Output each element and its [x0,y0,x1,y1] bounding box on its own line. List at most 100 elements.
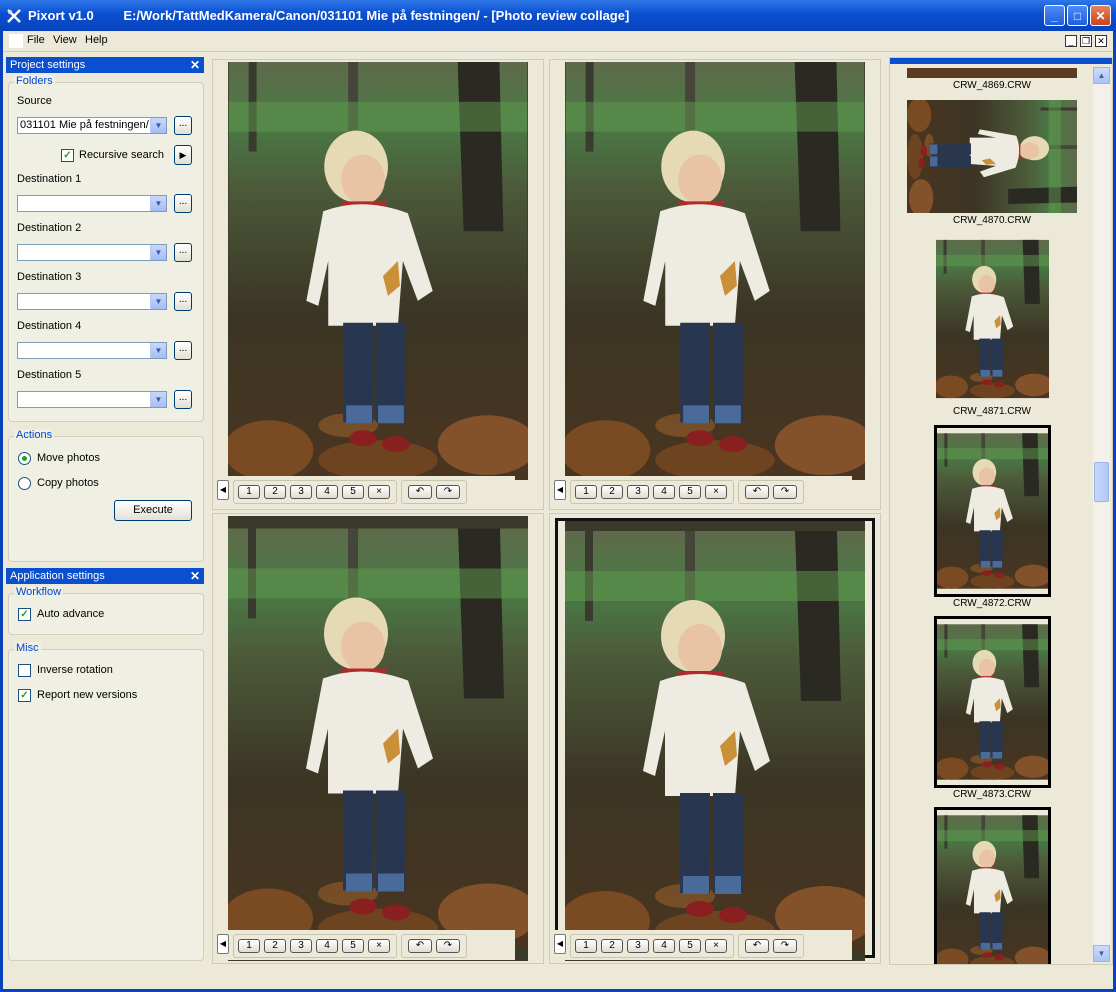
destination-3-button[interactable]: 3 [627,485,649,499]
destination-4-button[interactable]: 4 [316,939,338,953]
thumbnail-crw4872[interactable] [934,425,1051,597]
photo-3[interactable] [228,516,528,961]
inverse-rotation-checkbox[interactable] [18,664,31,677]
thumbnail-crw4871[interactable] [936,235,1049,403]
source-combo[interactable]: 031101 Mie på festningen/ ▼ [17,117,167,134]
mdi-restore-icon[interactable]: ❐ [1080,35,1092,47]
copy-photos-radio[interactable] [18,477,31,490]
scroll-thumb[interactable] [1094,462,1109,502]
chevron-down-icon[interactable]: ▼ [150,245,166,260]
destination-1-button[interactable]: 1 [575,485,597,499]
destination-3-button[interactable]: 3 [627,939,649,953]
destination-2-button[interactable]: 2 [601,485,623,499]
destination-2-button[interactable]: 2 [264,939,286,953]
play-arrow-icon[interactable]: ▶ [174,145,192,165]
browse-source-button[interactable]: ... [174,116,192,135]
chevron-down-icon[interactable]: ▼ [150,392,166,407]
thumbnail-scrollbar[interactable]: ▲ ▼ [1093,67,1110,962]
previous-arrow-icon[interactable]: ◀ [554,480,566,500]
destination-4-button[interactable]: 4 [653,485,675,499]
destination-button-group: 1 2 3 4 5 × [570,480,734,504]
close-panel-icon[interactable]: ✕ [190,57,200,73]
destination-5-button[interactable]: 5 [679,939,701,953]
browse-destination-5-button[interactable]: ... [174,390,192,409]
photo-4[interactable] [565,521,865,961]
destination-1-button[interactable]: 1 [238,485,260,499]
discard-button[interactable]: × [705,485,727,499]
destination-2-button[interactable]: 2 [264,485,286,499]
photo-2[interactable] [565,62,865,480]
rotate-left-icon[interactable]: ↶ [408,939,432,953]
window-frame-left [0,31,3,992]
destination-3-button[interactable]: 3 [290,485,312,499]
destination-2-button[interactable]: 2 [601,939,623,953]
destination-1-combo[interactable]: ▼ [17,195,167,212]
rotate-right-icon[interactable]: ↷ [436,939,460,953]
minimize-button[interactable]: _ [1044,5,1065,26]
discard-button[interactable]: × [705,939,727,953]
rotate-left-icon[interactable]: ↶ [745,939,769,953]
destination-5-button[interactable]: 5 [679,485,701,499]
thumbnail-crw4870[interactable] [907,100,1077,213]
destination-1-button[interactable]: 1 [575,939,597,953]
previous-arrow-icon[interactable]: ◀ [217,934,229,954]
rotate-right-icon[interactable]: ↷ [773,485,797,499]
discard-button[interactable]: × [368,939,390,953]
move-photos-radio[interactable] [18,452,31,465]
browse-destination-4-button[interactable]: ... [174,341,192,360]
menu-view[interactable]: View [53,34,77,46]
close-panel-icon[interactable]: ✕ [190,568,200,584]
rotate-right-icon[interactable]: ↷ [773,939,797,953]
browse-destination-3-button[interactable]: ... [174,292,192,311]
maximize-button[interactable]: □ [1067,5,1088,26]
execute-button[interactable]: Execute [114,500,192,521]
destination-2-combo[interactable]: ▼ [17,244,167,261]
scroll-up-icon[interactable]: ▲ [1093,67,1110,84]
destination-5-combo[interactable]: ▼ [17,391,167,408]
photo-cell-4[interactable]: ◀ 1 2 3 4 5 × ↶ ↷ [549,513,881,964]
rotate-left-icon[interactable]: ↶ [408,485,432,499]
mdi-close-icon[interactable]: ✕ [1095,35,1107,47]
browse-destination-1-button[interactable]: ... [174,194,192,213]
thumbnail-crw4873[interactable] [934,616,1051,788]
thumbnail-crw4874[interactable] [934,807,1051,964]
rotate-button-group: ↶ ↷ [738,480,804,504]
destination-5-button[interactable]: 5 [342,939,364,953]
destination-4-button[interactable]: 4 [316,485,338,499]
menu-file[interactable]: File [27,34,45,46]
close-button[interactable]: ✕ [1090,5,1111,26]
photo-cell-2[interactable]: ◀ 1 2 3 4 5 × ↶ ↷ [549,59,881,510]
scroll-down-icon[interactable]: ▼ [1093,945,1110,962]
destination-1-label: Destination 1 [17,173,82,185]
destination-3-button[interactable]: 3 [290,939,312,953]
destination-1-button[interactable]: 1 [238,939,260,953]
chevron-down-icon[interactable]: ▼ [150,294,166,309]
report-versions-checkbox[interactable]: ✓ [18,689,31,702]
photo-image [228,62,528,480]
project-settings-panel: Project settings ✕ Folders Source 031101… [6,57,204,565]
browse-destination-2-button[interactable]: ... [174,243,192,262]
auto-advance-checkbox[interactable]: ✓ [18,608,31,621]
photo-1[interactable] [228,62,528,480]
rotate-button-group: ↶ ↷ [401,934,467,958]
recursive-checkbox[interactable]: ✓ [61,149,74,162]
mdi-minimize-icon[interactable]: _ [1065,35,1077,47]
photo-cell-3[interactable]: ◀ 1 2 3 4 5 × ↶ ↷ [212,513,544,964]
chevron-down-icon[interactable]: ▼ [150,343,166,358]
discard-button[interactable]: × [368,485,390,499]
rotate-right-icon[interactable]: ↷ [436,485,460,499]
photo-toolbar-1: ◀ 1 2 3 4 5 × ↶ ↷ [215,476,515,506]
destination-5-button[interactable]: 5 [342,485,364,499]
destination-3-combo[interactable]: ▼ [17,293,167,310]
destination-4-button[interactable]: 4 [653,939,675,953]
destination-4-combo[interactable]: ▼ [17,342,167,359]
rotate-left-icon[interactable]: ↶ [745,485,769,499]
chevron-down-icon[interactable]: ▼ [150,118,166,133]
thumbnail-crw4869[interactable] [907,68,1077,78]
chevron-down-icon[interactable]: ▼ [150,196,166,211]
menu-help[interactable]: Help [85,34,108,46]
previous-arrow-icon[interactable]: ◀ [554,934,566,954]
title-bar[interactable]: Pixort v1.0 E:/Work/TattMedKamera/Canon/… [0,0,1116,32]
photo-cell-1[interactable]: ◀ 1 2 3 4 5 × ↶ ↷ [212,59,544,510]
previous-arrow-icon[interactable]: ◀ [217,480,229,500]
